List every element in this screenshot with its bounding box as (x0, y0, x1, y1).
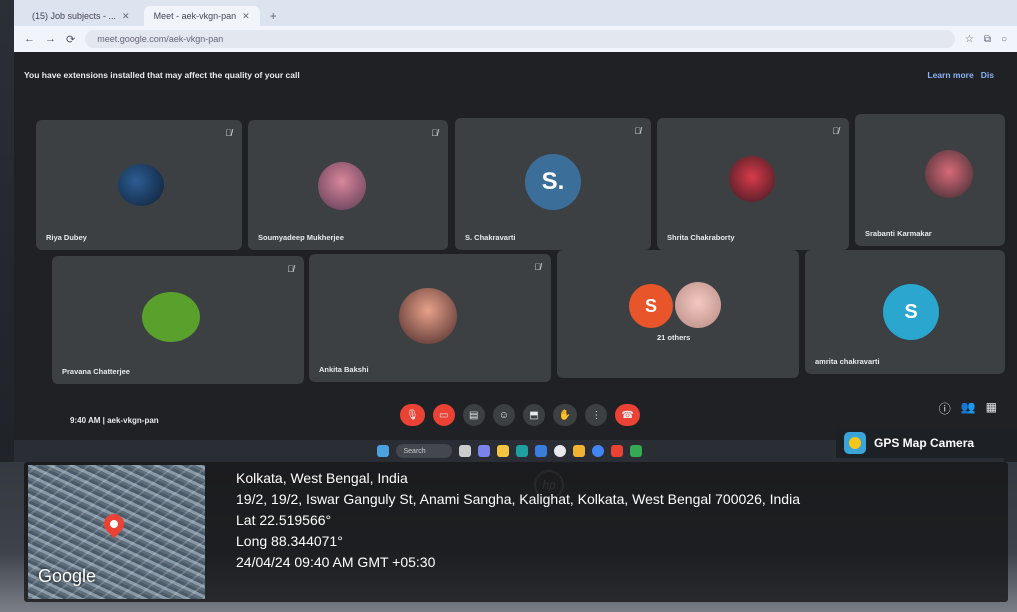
avatar: S (883, 284, 939, 340)
participant-tile[interactable]: S 21 others (557, 250, 799, 378)
app-icon[interactable] (629, 445, 642, 457)
address-bar-row: ← → ⟳ meet.google.com/aek-vkgn-pan ☆ ⧉ ○ (14, 26, 1017, 52)
extensions-warning-banner: You have extensions installed that may a… (14, 64, 1004, 86)
avatar (142, 292, 200, 342)
app-icon[interactable] (572, 445, 585, 457)
app-icon[interactable] (610, 445, 623, 457)
participant-name: S. Chakravarti (465, 233, 516, 242)
participant-tile[interactable]: 🎙̸ Pravana Chatterjee (52, 256, 304, 384)
camera-off-button[interactable]: ▭ (432, 404, 455, 426)
windows-start-icon[interactable] (376, 445, 389, 457)
mic-off-icon: 🎙̸ (287, 264, 294, 274)
mic-off-icon: 🎙̸ (832, 126, 839, 136)
participant-name: amrita chakravarti (815, 357, 880, 366)
store-icon[interactable] (534, 445, 547, 457)
people-icon[interactable]: 👥 (961, 400, 976, 417)
back-icon[interactable]: ← (24, 33, 35, 45)
call-controls: 🎙 ▭ ▤ ☺ ⬒ ✋ ⋮ ☎ (400, 404, 640, 426)
participant-name: 21 others (657, 333, 691, 342)
avatar: S. (525, 154, 581, 210)
browser-tab-bar: (15) Job subjects - ... ✕ Meet - aek-vkg… (14, 0, 1017, 26)
participant-tile[interactable]: 🎙̸ Soumyadeep Mukherjee (248, 120, 448, 250)
meeting-info: 9:40 AM | aek-vkgn-pan (70, 416, 159, 425)
more-options-button[interactable]: ⋮ (585, 404, 608, 426)
separator: | (102, 416, 105, 425)
participant-tile[interactable]: 🎙̸ Riya Dubey (36, 120, 242, 250)
info-icon[interactable]: ⓘ (939, 400, 951, 417)
mic-off-icon: 🎙̸ (634, 126, 641, 136)
banner-message: You have extensions installed that may a… (24, 70, 300, 80)
meeting-time: 9:40 AM (70, 416, 101, 425)
participant-name: Pravana Chatterjee (62, 367, 130, 376)
participant-name: Ankita Bakshi (319, 365, 369, 374)
extensions-icon[interactable]: ⧉ (984, 34, 991, 45)
meeting-code: aek-vkgn-pan (107, 416, 159, 425)
tab-label: (15) Job subjects - ... (32, 11, 117, 21)
star-icon[interactable]: ☆ (965, 34, 974, 45)
dismiss-link[interactable]: Dis (981, 70, 994, 80)
taskbar-search[interactable]: Search (395, 444, 452, 458)
browser-tab[interactable]: (15) Job subjects - ... ✕ (22, 6, 140, 26)
gps-camera-badge: GPS Map Camera (836, 428, 1017, 458)
avatar (118, 164, 164, 206)
gps-address: 19/2, 19/2, Iswar Ganguly St, Anami Sang… (236, 491, 800, 507)
reload-icon[interactable]: ⟳ (66, 33, 75, 46)
raise-hand-button[interactable]: ✋ (552, 404, 578, 426)
new-tab-icon[interactable]: + (264, 6, 283, 26)
participant-name: Soumyadeep Mukherjee (258, 233, 344, 242)
learn-more-link[interactable]: Learn more (927, 70, 973, 80)
participant-tile[interactable]: 🎙̸ Ankita Bakshi (309, 254, 551, 382)
gps-camera-icon (844, 432, 866, 454)
gps-city: Kolkata, West Bengal, India (236, 470, 408, 486)
file-explorer-icon[interactable] (496, 445, 509, 457)
avatar (729, 156, 775, 202)
gps-text-block: Kolkata, West Bengal, India 19/2, 19/2, … (236, 468, 800, 573)
edge-icon[interactable] (515, 445, 528, 457)
gps-app-name: GPS Map Camera (874, 436, 975, 450)
captions-button[interactable]: ▤ (462, 404, 485, 426)
present-button[interactable]: ⬒ (522, 404, 545, 426)
leave-call-button[interactable]: ☎ (615, 404, 640, 426)
participant-tile[interactable]: S amrita chakravarti (805, 250, 1005, 374)
chat-app-icon[interactable] (477, 445, 490, 457)
avatar (399, 288, 457, 344)
close-tab-icon[interactable]: ✕ (242, 11, 250, 22)
google-logo: Google (38, 566, 97, 586)
participant-name: Riya Dubey (46, 233, 87, 242)
close-tab-icon[interactable]: ✕ (122, 11, 130, 22)
gps-longitude: Long 88.344071° (236, 533, 343, 549)
app-icon[interactable] (591, 445, 604, 457)
mic-off-button[interactable]: 🎙 (400, 404, 425, 426)
side-controls: ⓘ 👥 ▦ (939, 400, 997, 417)
toolbar-icons: ☆ ⧉ ○ (965, 34, 1007, 45)
mic-off-icon: 🎙̸ (431, 128, 438, 138)
emoji-button[interactable]: ☺ (492, 404, 515, 426)
task-view-icon[interactable] (458, 445, 471, 457)
gps-latitude: Lat 22.519566° (236, 512, 332, 528)
participant-tile[interactable]: 🎙̸ Shrita Chakraborty (657, 118, 849, 250)
mic-off-icon: 🎙̸ (225, 128, 232, 138)
gps-datetime: 24/04/24 09:40 AM GMT +05:30 (236, 554, 436, 570)
chat-icon[interactable]: ▦ (986, 400, 997, 417)
browser-tab-active[interactable]: Meet - aek-vkgn-pan ✕ (143, 6, 260, 26)
chrome-icon[interactable] (553, 445, 566, 457)
participant-name: Shrita Chakraborty (667, 233, 735, 242)
participant-tile[interactable]: 🎙̸ S. S. Chakravarti (455, 118, 651, 250)
avatar (925, 150, 973, 198)
participant-name: Srabanti Karmakar (865, 229, 932, 238)
avatar: S (629, 284, 673, 328)
tab-label: Meet - aek-vkgn-pan (153, 11, 237, 21)
avatar (675, 282, 721, 328)
participant-tile[interactable]: Srabanti Karmakar (855, 114, 1005, 246)
url-field[interactable]: meet.google.com/aek-vkgn-pan (85, 30, 955, 48)
forward-icon[interactable]: → (45, 33, 56, 45)
avatar (318, 162, 366, 210)
mic-off-icon: 🎙̸ (534, 262, 541, 272)
profile-icon[interactable]: ○ (1001, 34, 1007, 45)
